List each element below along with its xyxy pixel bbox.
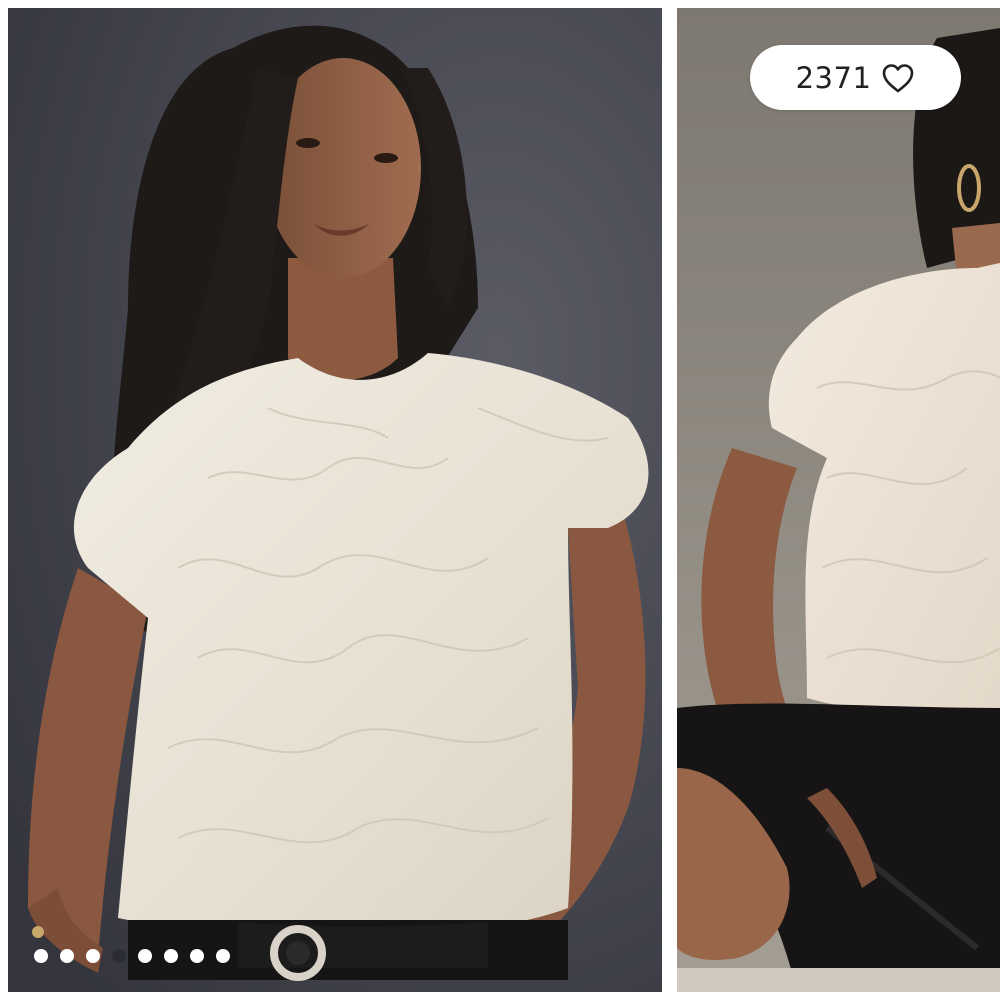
carousel-dot-1[interactable]	[34, 949, 48, 963]
like-button[interactable]: 2371	[750, 45, 961, 110]
carousel-dot-7[interactable]	[190, 949, 204, 963]
carousel-pagination	[34, 949, 230, 963]
model-photo-illustration	[8, 8, 662, 992]
carousel-dot-4-active[interactable]	[112, 949, 126, 963]
product-photo-main[interactable]	[8, 8, 662, 992]
carousel-dot-6[interactable]	[164, 949, 178, 963]
model-photo-illustration-seated	[677, 8, 1000, 992]
product-photo-next[interactable]	[677, 8, 1000, 992]
like-count: 2371	[795, 60, 872, 95]
product-image-gallery: 2371	[0, 0, 1000, 1000]
carousel-dot-5[interactable]	[138, 949, 152, 963]
heart-outline-icon	[881, 63, 915, 93]
carousel-dot-8[interactable]	[216, 949, 230, 963]
carousel-dot-2[interactable]	[60, 949, 74, 963]
carousel-dot-3[interactable]	[86, 949, 100, 963]
